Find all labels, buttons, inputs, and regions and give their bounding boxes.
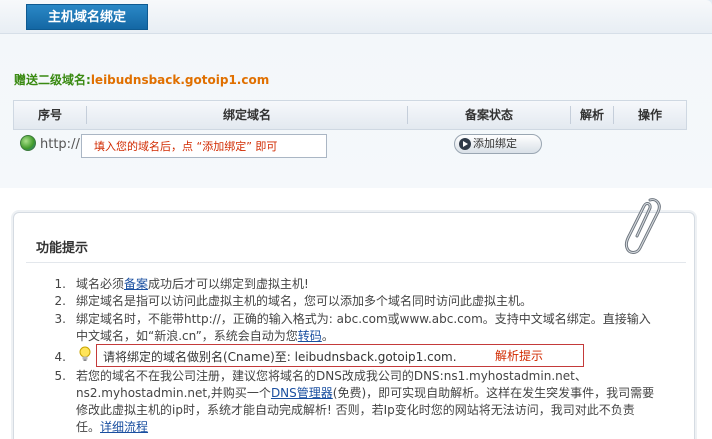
tip-text-part: 。	[321, 329, 334, 343]
tip-number: 2.	[54, 294, 66, 308]
tip-item: 3. 绑定域名时，不能带http://，正确的输入格式为: abc.com或ww…	[55, 311, 678, 345]
column-header-actions: 操作	[637, 108, 662, 122]
column-header-domain: 绑定域名	[222, 108, 271, 122]
tip-text-part: ns2.myhostadmin.net,并购买一个	[76, 386, 271, 400]
globe-icon	[20, 135, 36, 151]
tip-text-line: 若您的域名不在我公司注册，建议您将域名的DNS改成我公司的DNS:ns1.myh…	[76, 369, 587, 383]
tip-text-line: 中文域名，如“新浪.cn”，系统会自动为您转码。	[76, 328, 676, 345]
tip-text-part: 任。	[76, 420, 101, 434]
tip-text-part: (免费)，即可实现自助解析。这样在发生突发事件，我司需要	[332, 386, 655, 400]
detailed-process-link[interactable]: 详细流程	[100, 420, 148, 434]
column-header-record-status: 备案状态	[464, 108, 513, 122]
tip-text: 域名必须备案成功后才可以绑定到虚拟主机!	[76, 276, 676, 293]
tip-item: 5. 若您的域名不在我公司注册，建议您将域名的DNS改成我公司的DNS:ns1.…	[55, 368, 678, 438]
tip-text-line: 修改此虚拟主机的ip时，系统才能自动完成解析! 否则，若Ip变化时您的网站将无法…	[76, 403, 635, 417]
tip-text-part: 成功后才可以绑定到虚拟主机!	[148, 277, 309, 291]
tip-text-line: ns2.myhostadmin.net,并购买一个DNS管理器(免费)，即可实现…	[76, 385, 676, 402]
bind-panel: 主机域名绑定 赠送二级域名:leibudnsback.gotoip1.com 序…	[0, 0, 712, 188]
domain-input[interactable]	[81, 134, 327, 158]
bonus-domain-label: 赠送二级域名:	[14, 73, 91, 87]
add-binding-label: 添加绑定	[473, 137, 517, 150]
domain-table-header: 序号 绑定域名 备案状态 解析 操作	[13, 100, 687, 130]
tip-text: 绑定域名时，不能带http://，正确的输入格式为: abc.com或www.a…	[76, 311, 676, 345]
http-prefix: http://	[40, 137, 80, 152]
title-bar: 主机域名绑定	[0, 0, 712, 34]
page-title: 主机域名绑定	[26, 4, 148, 30]
bonus-domain-value: leibudnsback.gotoip1.com	[90, 73, 270, 87]
column-header-index: 序号	[37, 108, 62, 122]
record-link[interactable]: 备案	[124, 277, 148, 291]
bonus-domain-line: 赠送二级域名:leibudnsback.gotoip1.com	[14, 71, 269, 88]
transcode-link[interactable]: 转码	[298, 329, 322, 343]
cname-instruction: 请将绑定的域名做别名(Cname)至: leibudnsback.gotoip1…	[103, 350, 457, 364]
dns-manager-link[interactable]: DNS管理器	[271, 386, 333, 400]
add-binding-button[interactable]: 添加绑定	[454, 134, 542, 154]
tip-text-part: 中文域名，如“新浪.cn”，系统会自动为您	[76, 329, 298, 343]
add-domain-row: http:// 添加绑定	[20, 134, 580, 158]
tip-text-line: 绑定域名时，不能带http://，正确的输入格式为: abc.com或www.a…	[76, 312, 651, 326]
tip-text: 绑定域名是指可以访问此虚拟主机的域名，您可以添加多个域名同时访问此虚拟主机。	[76, 294, 533, 308]
lightbulb-icon	[79, 346, 91, 361]
tips-divider	[26, 262, 686, 263]
tip-text: 若您的域名不在我公司注册，建议您将域名的DNS改成我公司的DNS:ns1.myh…	[76, 368, 676, 436]
cname-hint-box: 请将绑定的域名做别名(Cname)至: leibudnsback.gotoip1…	[96, 344, 584, 367]
tip-text-line: 任。详细流程	[76, 419, 676, 436]
tip-number: 3.	[54, 312, 66, 326]
resolve-hint-label: 解析提示	[495, 349, 544, 363]
tip-number: 5.	[54, 369, 66, 383]
tips-heading: 功能提示	[36, 241, 89, 256]
tip-text-part: 域名必须	[76, 277, 125, 291]
tip-number: 1.	[54, 277, 66, 291]
column-header-resolve: 解析	[579, 108, 604, 122]
tip-number: 4.	[54, 350, 66, 364]
play-icon	[459, 138, 471, 150]
paperclip-icon	[624, 198, 661, 254]
